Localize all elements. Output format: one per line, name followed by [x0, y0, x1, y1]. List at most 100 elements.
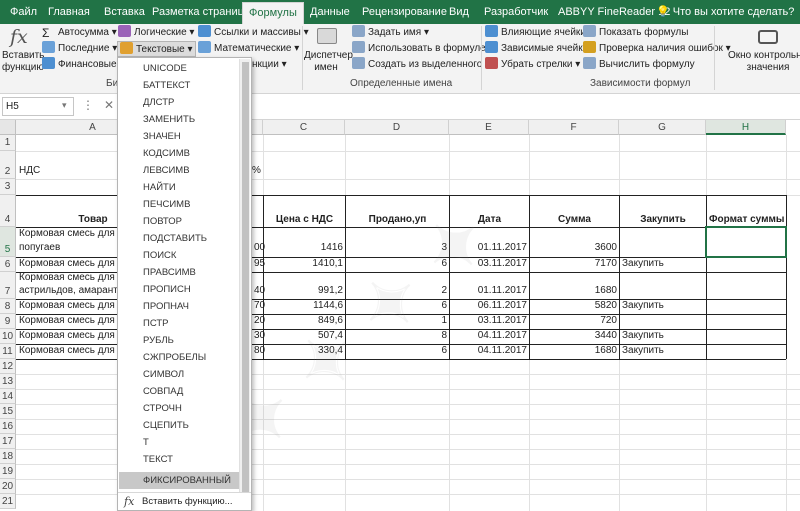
column-header-e[interactable]: E	[449, 120, 529, 135]
table-cell[interactable]: 03.11.2017	[450, 315, 529, 326]
watch-window-button[interactable]: Окно контрольного значения	[720, 26, 800, 76]
header-date[interactable]: Дата	[450, 214, 529, 225]
row-header[interactable]: 14	[0, 389, 16, 404]
dropdown-item[interactable]: ПРАВСИМВ	[119, 264, 240, 281]
math-trig-button[interactable]: Математические ▾	[198, 41, 299, 57]
dropdown-item[interactable]: СИМВОЛ	[119, 366, 240, 383]
table-cell[interactable]: 507,4	[264, 330, 345, 341]
row-header[interactable]: 9	[0, 314, 16, 329]
cell-a2[interactable]: НДС	[17, 165, 42, 176]
row-header[interactable]: 13	[0, 374, 16, 389]
row-header[interactable]: 3	[0, 179, 16, 195]
cancel-icon[interactable]: ✕	[104, 98, 114, 112]
dropdown-item[interactable]: ПОВТОР	[119, 213, 240, 230]
dropdown-item[interactable]: ПСТР	[119, 315, 240, 332]
table-cell[interactable]: Закупить	[620, 258, 666, 269]
table-cell[interactable]: Кормовая смесь для в	[17, 228, 125, 239]
dropdown-item[interactable]: ДЛСТР	[119, 94, 240, 111]
tab-home[interactable]: Главная	[42, 0, 96, 24]
tab-developer[interactable]: Разработчик	[478, 0, 554, 24]
dropdown-item[interactable]: СОВПАД	[119, 383, 240, 400]
table-cell[interactable]: 01.11.2017	[450, 242, 529, 253]
row-header[interactable]: 11	[0, 344, 16, 359]
dropdown-item[interactable]: ПРОПНАЧ	[119, 298, 240, 315]
dropdown-item[interactable]: Т	[119, 434, 240, 451]
dropdown-item-hovered[interactable]: ФИКСИРОВАННЫЙ	[119, 472, 240, 489]
dropdown-item[interactable]: КОДСИМВ	[119, 145, 240, 162]
table-cell[interactable]: 03.11.2017	[450, 258, 529, 269]
row-header[interactable]: 5	[0, 227, 16, 257]
row-header[interactable]: 12	[0, 359, 16, 374]
logical-button[interactable]: Логические ▾	[118, 25, 194, 41]
table-cell[interactable]: 8	[346, 330, 449, 341]
trace-precedents-button[interactable]: Влияющие ячейки	[485, 25, 586, 41]
dropdown-item[interactable]: СЦЕПИТЬ	[119, 417, 240, 434]
table-cell[interactable]: Кормовая смесь для м	[17, 345, 127, 356]
dropdown-item[interactable]: ЗАМЕНИТЬ	[119, 111, 240, 128]
define-name-button[interactable]: Задать имя ▾	[352, 25, 429, 41]
dropdown-item[interactable]: UNICODE	[119, 60, 240, 77]
dropdown-item[interactable]: РУБЛЬ	[119, 332, 240, 349]
row-header[interactable]: 19	[0, 464, 16, 479]
row-header[interactable]: 8	[0, 299, 16, 314]
error-checking-button[interactable]: Проверка наличия ошибок ▾	[583, 41, 731, 57]
row-header[interactable]: 17	[0, 434, 16, 449]
table-cell[interactable]: 3440	[530, 330, 619, 341]
row-header[interactable]: 4	[0, 195, 16, 227]
table-cell[interactable]: 1416	[264, 242, 345, 253]
header-sum[interactable]: Сумма	[530, 214, 619, 225]
tab-review[interactable]: Рецензирование	[356, 0, 453, 24]
dropdown-item[interactable]: ПРОПИСН	[119, 281, 240, 298]
row-header[interactable]: 10	[0, 329, 16, 344]
table-cell[interactable]: 6	[346, 258, 449, 269]
tab-data[interactable]: Данные	[304, 0, 356, 24]
header-sold[interactable]: Продано,уп	[346, 214, 449, 225]
tab-formulas[interactable]: Формулы	[242, 2, 304, 24]
dropdown-item[interactable]: ЛЕВСИМВ	[119, 162, 240, 179]
table-cell[interactable]: 1410,1	[264, 258, 345, 269]
select-all-corner[interactable]	[0, 120, 16, 135]
table-cell[interactable]: астрильдов, амаранто	[17, 285, 125, 296]
table-cell[interactable]: 2	[346, 285, 449, 296]
table-cell[interactable]: Кормовая смесь для а	[17, 272, 125, 283]
table-cell[interactable]: 06.11.2017	[450, 300, 529, 311]
evaluate-formula-button[interactable]: Вычислить формулу	[583, 57, 695, 73]
dropdown-item[interactable]: ТЕКСТ	[119, 451, 240, 468]
show-formulas-button[interactable]: Показать формулы	[583, 25, 688, 41]
table-cell[interactable]: 04.11.2017	[450, 345, 529, 356]
tell-me-search[interactable]: 💡 Что вы хотите сделать?	[650, 0, 800, 24]
trace-dependents-button[interactable]: Зависимые ячейки	[485, 41, 588, 57]
row-header[interactable]: 2	[0, 151, 16, 179]
table-cell[interactable]: 5820	[530, 300, 619, 311]
table-cell[interactable]: 04.11.2017	[450, 330, 529, 341]
row-header[interactable]: 18	[0, 449, 16, 464]
table-cell[interactable]: Кормовая смесь для щ	[17, 315, 128, 326]
row-header[interactable]: 16	[0, 419, 16, 434]
dropdown-item[interactable]: ЗНАЧЕН	[119, 128, 240, 145]
remove-arrows-button[interactable]: Убрать стрелки ▾	[485, 57, 580, 73]
tab-file[interactable]: Файл	[4, 0, 43, 24]
row-header[interactable]: 7	[0, 272, 16, 299]
dropdown-item[interactable]: БАТТЕКСТ	[119, 77, 240, 94]
table-cell[interactable]: попугаев	[17, 242, 62, 253]
header-purchase[interactable]: Закупить	[620, 214, 706, 225]
selected-cell-h5[interactable]	[705, 226, 787, 258]
table-cell[interactable]: 849,6	[264, 315, 345, 326]
table-cell[interactable]: Кормовая смесь для к	[17, 258, 124, 269]
insert-function-menu-item[interactable]: fx Вставить функцию...	[118, 492, 251, 510]
insert-function-button[interactable]: fx Вставить функцию	[2, 26, 44, 76]
name-manager-button[interactable]: Диспетчер имен	[304, 26, 353, 76]
column-header-g[interactable]: G	[619, 120, 706, 135]
dropdown-item[interactable]: ПОИСК	[119, 247, 240, 264]
lookup-reference-button[interactable]: Ссылки и массивы ▾	[198, 25, 309, 41]
tab-view[interactable]: Вид	[443, 0, 475, 24]
table-cell[interactable]: Закупить	[620, 300, 666, 311]
dropdown-item[interactable]: ПОДСТАВИТЬ	[119, 230, 240, 247]
table-cell[interactable]: Закупить	[620, 345, 666, 356]
header-sum-format[interactable]: Формат суммы	[707, 214, 786, 225]
table-cell[interactable]: 01.11.2017	[450, 285, 529, 296]
column-header-d[interactable]: D	[345, 120, 449, 135]
column-header-c[interactable]: C	[263, 120, 345, 135]
row-header[interactable]: 15	[0, 404, 16, 419]
chevron-down-icon[interactable]: ▾	[62, 100, 67, 111]
